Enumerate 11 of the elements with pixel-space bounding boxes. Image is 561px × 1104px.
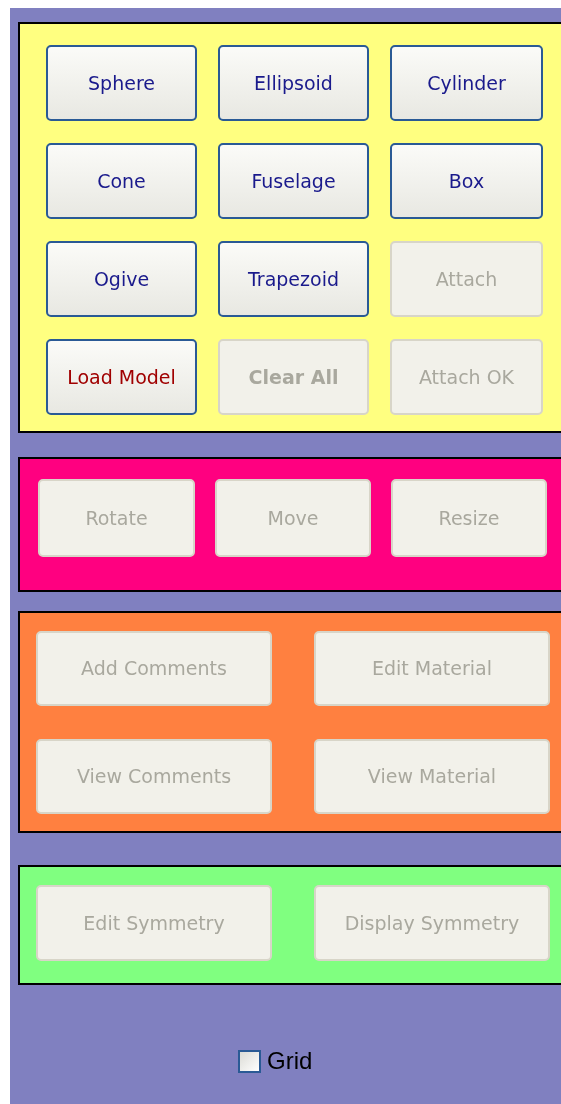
grid-checkbox[interactable] (238, 1049, 261, 1073)
shape-button[interactable]: Box (390, 143, 543, 219)
shape-button[interactable]: Trapezoid (218, 241, 369, 317)
shape-button[interactable]: Cylinder (390, 45, 543, 121)
load-button[interactable]: Load Model (46, 339, 197, 415)
shape-button[interactable]: Sphere (46, 45, 197, 121)
shape-button[interactable]: Ogive (46, 241, 197, 317)
grid-label: Grid (267, 1046, 313, 1076)
shape-button[interactable]: Fuselage (218, 143, 369, 219)
shape-button[interactable]: Ellipsoid (218, 45, 369, 121)
shape-button[interactable]: Cone (46, 143, 197, 219)
